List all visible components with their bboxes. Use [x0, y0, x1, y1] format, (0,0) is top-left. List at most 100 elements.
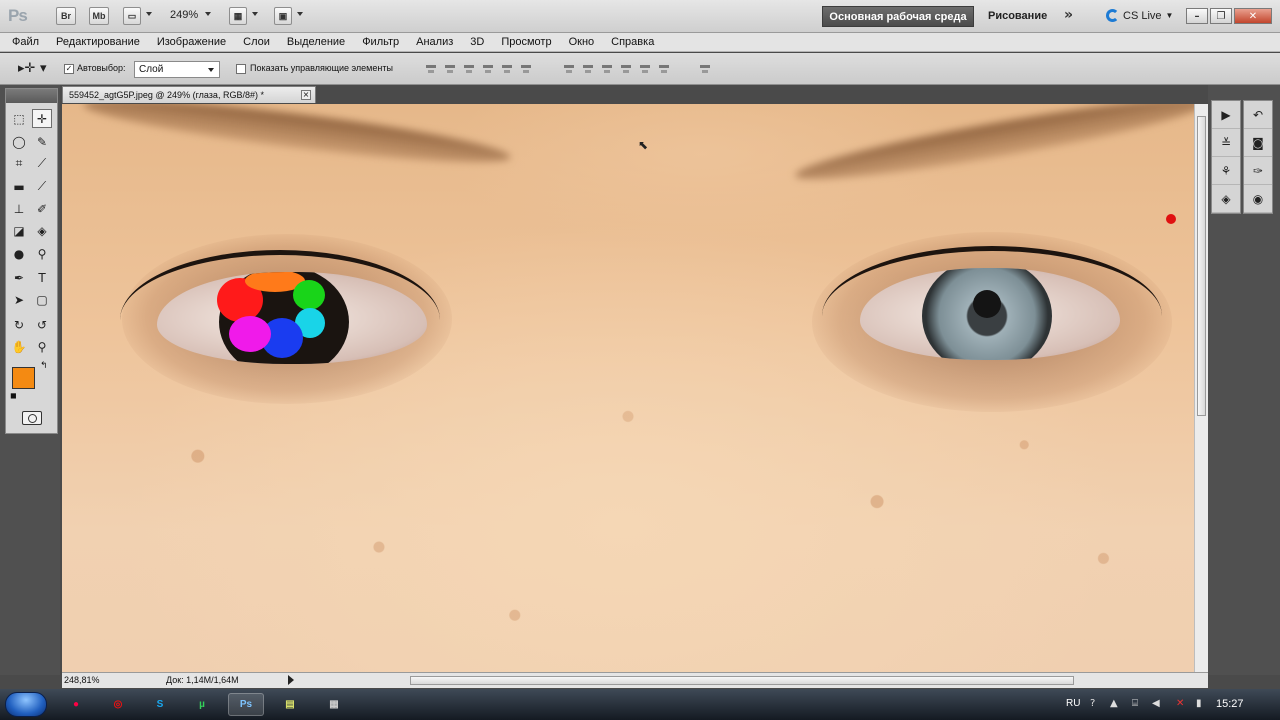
zoom-level[interactable]: 249% — [170, 9, 198, 21]
move-tool-icon[interactable]: ✛ — [32, 109, 52, 128]
menu-select[interactable]: Выделение — [287, 36, 345, 48]
crop-tool-icon[interactable]: ⌗ — [9, 154, 29, 173]
zoom-tool-icon[interactable]: ⚲ — [32, 337, 52, 356]
show-transform-controls-checkbox[interactable] — [236, 64, 246, 74]
chevron-down-icon[interactable] — [146, 12, 152, 16]
minimize-button[interactable]: – — [1186, 8, 1208, 24]
distribute-top-icon[interactable] — [562, 63, 576, 75]
path-selection-tool-icon[interactable]: ➤ — [9, 290, 29, 309]
close-button[interactable]: ✕ — [1234, 8, 1272, 24]
document-tab[interactable]: 559452_agtG5P.jpeg @ 249% (глаза, RGB/8#… — [62, 86, 316, 103]
screen-mode-button[interactable]: ▣ — [274, 7, 292, 25]
healing-brush-tool-icon[interactable]: ▬ — [9, 177, 29, 196]
align-left-icon[interactable] — [481, 63, 495, 75]
media-taskbar-icon[interactable]: ▦ — [316, 693, 352, 716]
tray-power-icon[interactable]: ▮ — [1196, 699, 1206, 709]
pen-tool-icon[interactable]: ✒ — [9, 268, 29, 287]
3d-orbit-tool-icon[interactable]: ↺ — [32, 315, 52, 334]
chevron-down-icon[interactable] — [297, 12, 303, 16]
arrange-documents-button[interactable]: ▦ — [229, 7, 247, 25]
quick-selection-tool-icon[interactable]: ✎ — [32, 132, 52, 151]
channels-panel-icon[interactable]: ◉ — [1244, 185, 1272, 213]
workspace-essentials-button[interactable]: Основная рабочая среда — [822, 6, 974, 27]
move-tool-preset-icon[interactable]: ▸✛ ▾ — [18, 61, 46, 76]
lasso-tool-icon[interactable]: ◯ — [9, 132, 29, 151]
taskbar-clock[interactable]: 15:27 — [1216, 698, 1244, 710]
tray-expand-icon[interactable]: ▲ — [1110, 699, 1120, 709]
marquee-tool-icon[interactable]: ⬚ — [9, 109, 29, 128]
status-zoom[interactable]: 248,81% — [64, 675, 100, 685]
view-extras-button[interactable]: ▭ — [123, 7, 141, 25]
tray-language[interactable]: RU — [1066, 698, 1080, 709]
notes-taskbar-icon[interactable]: ▤ — [272, 693, 308, 716]
layers-panel-icon[interactable]: ◈ — [1212, 185, 1240, 213]
hand-tool-icon[interactable]: ✋ — [9, 337, 29, 356]
adjustments-panel-icon[interactable]: ≚ — [1212, 129, 1240, 157]
clone-stamp-tool-icon[interactable]: ⊥ — [9, 199, 29, 218]
utorrent-taskbar-icon[interactable]: µ — [184, 693, 220, 716]
minibridge-button[interactable]: Mb — [89, 7, 109, 25]
vertical-scrollbar[interactable] — [1194, 104, 1208, 672]
align-vcenter-icon[interactable] — [443, 63, 457, 75]
close-tab-icon[interactable]: × — [301, 90, 311, 100]
menu-view[interactable]: Просмотр — [501, 36, 551, 48]
workspace-painting-button[interactable]: Рисование — [988, 10, 1047, 22]
tray-volume-icon[interactable]: ◀ — [1152, 699, 1162, 709]
align-bottom-icon[interactable] — [462, 63, 476, 75]
opera-taskbar-icon[interactable]: ◎ — [100, 693, 136, 716]
menu-analysis[interactable]: Анализ — [416, 36, 453, 48]
shape-tool-icon[interactable]: ▢ — [32, 290, 52, 309]
menu-window[interactable]: Окно — [569, 36, 595, 48]
distribute-right-icon[interactable] — [657, 63, 671, 75]
history-brush-tool-icon[interactable]: ✐ — [32, 199, 52, 218]
foreground-color-swatch[interactable] — [12, 367, 35, 389]
distribute-hcenter-icon[interactable] — [638, 63, 652, 75]
tray-help-icon[interactable]: ? — [1090, 699, 1100, 709]
dodge-tool-icon[interactable]: ⚲ — [32, 244, 52, 263]
photoshop-taskbar-icon[interactable]: Ps — [228, 693, 264, 716]
actions-panel-icon[interactable]: ▶ — [1212, 101, 1240, 129]
chevron-down-icon[interactable] — [252, 12, 258, 16]
cs-live-button[interactable]: CS Live ▼ — [1106, 9, 1173, 22]
tray-antivirus-icon[interactable]: ✕ — [1176, 699, 1186, 709]
swap-colors-icon[interactable]: ↰ — [40, 361, 48, 371]
tray-network-icon[interactable]: ⌸ — [1132, 699, 1142, 709]
status-menu-arrow-icon[interactable] — [288, 675, 294, 685]
autoselect-dropdown[interactable]: Слой — [134, 61, 220, 78]
menu-file[interactable]: Файл — [12, 36, 39, 48]
menu-filter[interactable]: Фильтр — [362, 36, 399, 48]
firefox-taskbar-icon[interactable]: ● — [58, 693, 94, 716]
brushes-panel-icon[interactable]: ✑ — [1244, 157, 1272, 185]
blur-tool-icon[interactable]: ● — [9, 244, 29, 263]
paint-bucket-tool-icon[interactable]: ◈ — [32, 221, 52, 240]
document-canvas[interactable]: ⬉ — [62, 104, 1194, 672]
autoselect-checkbox[interactable]: ✓ — [64, 64, 74, 74]
menu-edit[interactable]: Редактирование — [56, 36, 140, 48]
masks-panel-icon[interactable]: ◙ — [1244, 129, 1272, 157]
default-colors-icon[interactable]: ◼ — [10, 391, 17, 400]
bridge-button[interactable]: Br — [56, 7, 76, 25]
distribute-left-icon[interactable] — [619, 63, 633, 75]
align-right-icon[interactable] — [519, 63, 533, 75]
brush-tool-icon[interactable]: ⟋ — [32, 177, 52, 196]
menu-3d[interactable]: 3D — [470, 36, 484, 48]
vertical-scroll-thumb[interactable] — [1197, 116, 1206, 416]
align-hcenter-icon[interactable] — [500, 63, 514, 75]
distribute-vcenter-icon[interactable] — [581, 63, 595, 75]
type-tool-icon[interactable]: T — [32, 268, 52, 287]
eyedropper-tool-icon[interactable]: ⟋ — [32, 154, 52, 173]
menu-help[interactable]: Справка — [611, 36, 654, 48]
tools-panel-header[interactable] — [6, 89, 57, 103]
clone-source-panel-icon[interactable]: ⚘ — [1212, 157, 1240, 185]
eraser-tool-icon[interactable]: ◪ — [9, 221, 29, 240]
auto-align-layers-icon[interactable] — [698, 63, 712, 75]
quick-mask-icon[interactable] — [22, 411, 42, 425]
menu-layers[interactable]: Слои — [243, 36, 270, 48]
3d-rotate-tool-icon[interactable]: ↻ — [9, 315, 29, 334]
history-panel-icon[interactable]: ↶ — [1244, 101, 1272, 129]
restore-button[interactable]: ❐ — [1210, 8, 1232, 24]
menu-image[interactable]: Изображение — [157, 36, 226, 48]
start-button[interactable] — [5, 692, 47, 717]
more-workspaces-icon[interactable]: » — [1064, 7, 1073, 23]
distribute-bottom-icon[interactable] — [600, 63, 614, 75]
